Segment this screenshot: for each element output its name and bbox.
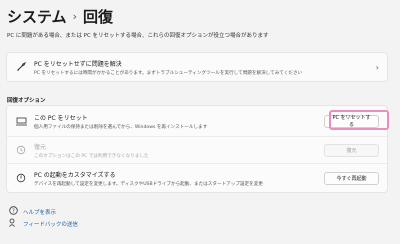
advanced-startup-row: PC の起動をカスタマイズする デバイスを再起動して設定を変更します。ディスクや… bbox=[7, 163, 387, 192]
advanced-startup-icon bbox=[15, 172, 27, 184]
restore-row: 復元 このオプションはこの PC では利用できなくなりました 復元 bbox=[7, 136, 387, 163]
reset-pc-subtitle: 個人用ファイルの保持または削除を選んでから、Windows を再インストールしま… bbox=[34, 124, 208, 130]
advanced-startup-subtitle: デバイスを再起動して設定を変更します。ディスクやUSBドライブから起動、またはス… bbox=[34, 181, 263, 187]
restore-title: 復元 bbox=[34, 143, 47, 151]
wrench-icon bbox=[15, 61, 27, 73]
troubleshoot-title: PC をリセットせずに問題を解決 bbox=[34, 60, 122, 68]
breadcrumb-system[interactable]: システム bbox=[7, 6, 67, 27]
help-link[interactable]: ヘルプを表示 bbox=[23, 208, 56, 216]
reset-pc-button[interactable]: PC をリセットする bbox=[324, 114, 379, 128]
help-link-row[interactable]: ? ヘルプを表示 bbox=[9, 206, 56, 217]
reset-pc-title: この PC をリセット bbox=[34, 114, 88, 122]
recovery-options-heading: 回復オプション bbox=[7, 98, 46, 104]
recovery-options-card: この PC をリセット 個人用ファイルの保持または削除を選んでから、Window… bbox=[6, 105, 388, 193]
help-icon: ? bbox=[9, 206, 18, 217]
feedback-link[interactable]: フィードバックの送信 bbox=[23, 220, 78, 228]
reset-pc-row: この PC をリセット 個人用ファイルの保持または削除を選んでから、Window… bbox=[7, 106, 387, 136]
advanced-startup-title: PC の起動をカスタマイズする bbox=[34, 171, 116, 179]
page-title: 回復 bbox=[82, 8, 113, 26]
breadcrumb-separator: › bbox=[72, 10, 77, 23]
restart-now-button[interactable]: 今すぐ再起動 bbox=[324, 171, 379, 185]
feedback-icon bbox=[9, 218, 18, 229]
reset-pc-icon bbox=[15, 115, 27, 127]
history-icon bbox=[15, 144, 27, 156]
chevron-right-icon: › bbox=[375, 62, 379, 72]
restore-button: 復元 bbox=[324, 143, 379, 157]
troubleshoot-subtitle: PC をリセットするには時間がかかることがあります。まずトラブルシューティングツ… bbox=[34, 70, 303, 76]
page-description: PC に問題がある場合、または PC をリセットする場合、これらの回復オプション… bbox=[7, 33, 269, 39]
page-header: システム › 回復 bbox=[7, 6, 113, 27]
restore-subtitle: このオプションはこの PC では利用できなくなりました bbox=[34, 153, 149, 159]
feedback-link-row[interactable]: フィードバックの送信 bbox=[9, 218, 78, 229]
troubleshoot-card[interactable]: PC をリセットせずに問題を解決 PC をリセットするには時間がかかることがあり… bbox=[6, 52, 388, 82]
svg-text:?: ? bbox=[12, 208, 15, 214]
